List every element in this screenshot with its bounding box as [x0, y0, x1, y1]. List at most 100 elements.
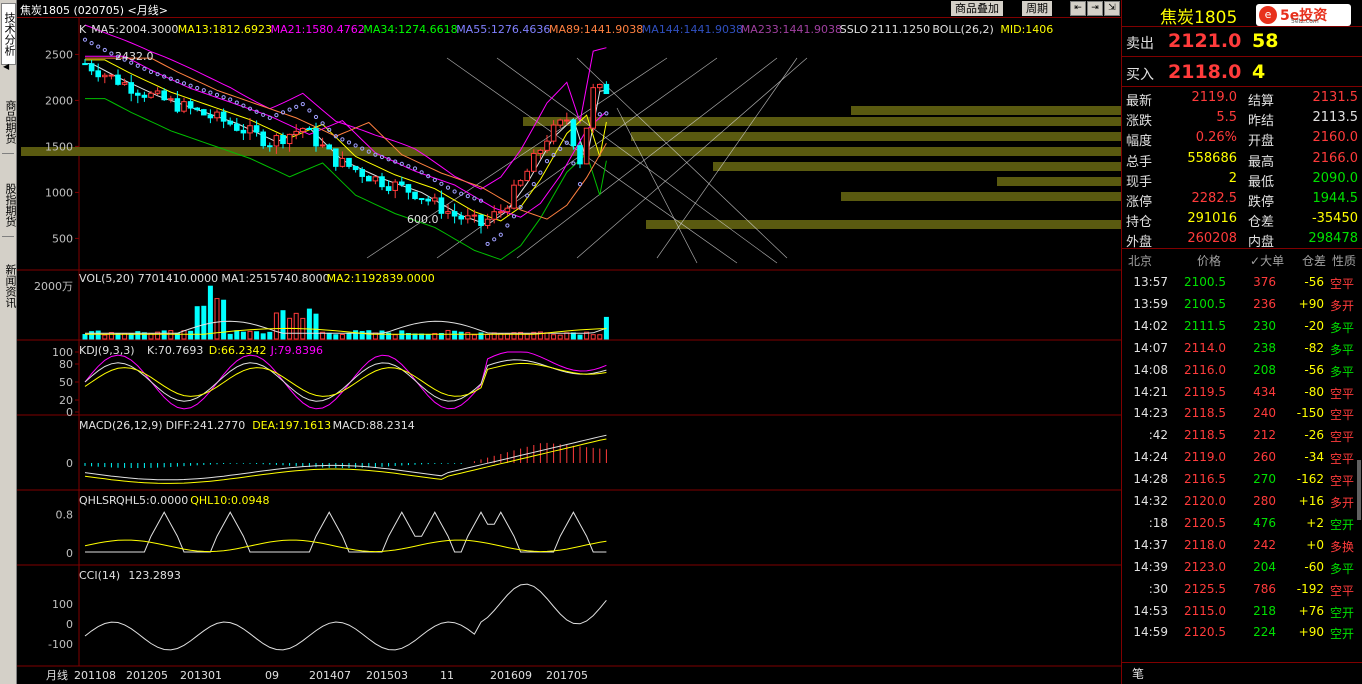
qhlsr-legend: QHL5:0.0000 [116, 494, 188, 507]
sar-dot [346, 140, 352, 145]
candle-body [590, 87, 597, 129]
volume-bar [590, 334, 596, 340]
price-legend: K [79, 23, 87, 36]
tick-volume: 218 [1253, 603, 1276, 618]
sar-dot [597, 112, 602, 117]
tick-volume: 236 [1253, 296, 1276, 311]
candle-body [550, 124, 557, 142]
sar-dot [228, 97, 233, 102]
stat-value: 2160.0 [1312, 130, 1359, 146]
candle-body [445, 211, 451, 214]
volume-bar [313, 313, 319, 340]
macd-panel [84, 434, 607, 484]
candle-body [234, 123, 240, 131]
sar-dot [195, 85, 200, 91]
volume-bar [485, 333, 491, 340]
sar-dot [175, 78, 180, 84]
candle-body [247, 125, 253, 134]
stat-value: 2113.5 [1312, 110, 1359, 126]
price-legend: MA144:1441.9038 [642, 23, 743, 36]
kdj-legend: D:66.2342 [209, 344, 267, 357]
tick-price: 2100.5 [1184, 296, 1226, 311]
chart-grid [17, 18, 1121, 667]
candle-body [544, 140, 550, 151]
candle-body [366, 175, 372, 182]
tick-oi-change: -20 [1304, 318, 1324, 333]
qhlsr-legend: QHL10:0.0948 [190, 494, 269, 507]
stat-label: 幅度 [1126, 134, 1153, 150]
price-legend: MA89:1441.9038 [549, 23, 643, 36]
brand-logo: e 5e投资 5etz.com [1256, 4, 1351, 26]
tick-type: 多开 [1330, 496, 1355, 510]
candle-body [603, 83, 610, 95]
tick-type: 空平 [1330, 474, 1355, 489]
stat-value: 558686 [1187, 150, 1237, 166]
sar-dot [261, 112, 266, 117]
sar-dot [201, 88, 206, 93]
stat-value: 260208 [1187, 231, 1237, 247]
candle-body [95, 70, 102, 78]
sar-dot [208, 90, 213, 95]
sell-volume: 58 [1252, 30, 1279, 52]
tick-oi-change: -26 [1304, 428, 1324, 443]
tick-type: 空平 [1330, 277, 1355, 291]
tick-time: :18 [1148, 515, 1168, 530]
tick-tab[interactable]: 笔 [1132, 665, 1144, 682]
kdj-d-line [84, 362, 607, 397]
candle-body [465, 215, 471, 220]
kline-chart-area[interactable]: 25002000150010005002432.0600.0K MA5:2004.… [17, 18, 1121, 684]
volume-bar [445, 329, 451, 340]
cci-y-label: 0 [66, 618, 73, 631]
buy-label: 买入 [1126, 67, 1154, 83]
candle-body [88, 63, 95, 72]
stat-value: 291016 [1187, 211, 1237, 227]
volume-bar [188, 330, 194, 340]
chart-title-bar: 焦炭1805 (020705) <月线> 商品叠加 周期 ⇤ ⇥ ⇲ [17, 0, 1121, 18]
sar-dot [89, 41, 94, 46]
tick-price: 2120.5 [1184, 625, 1226, 640]
tick-type: 空平 [1330, 452, 1355, 467]
sidebar-tab-commodity[interactable]: 商品期货 [1, 92, 17, 152]
volume-bar [419, 333, 425, 340]
sidebar-tab-index-futures[interactable]: 股指期货 [1, 175, 17, 235]
x-axis-label: 201407 [309, 669, 351, 682]
scrollbar[interactable] [1357, 460, 1361, 520]
sar-dot [353, 143, 358, 148]
sar-dot [604, 111, 609, 116]
tick-type: 空开 [1330, 517, 1355, 532]
candle-body [161, 90, 167, 101]
sidebar-tab-news[interactable]: 新闻资讯 [1, 256, 17, 316]
commodity-overlay-button[interactable]: 商品叠加 [951, 1, 1003, 16]
candle-body [102, 74, 108, 78]
macd-legend: MACD(26,12,9) [79, 419, 163, 432]
tick-time: 14:23 [1133, 406, 1168, 421]
tick-oi-change: -80 [1304, 384, 1324, 399]
tick-header-oi: 仓差 [1302, 254, 1327, 268]
kdj-k-line [84, 359, 607, 402]
tick-type: 空开 [1330, 627, 1355, 642]
sar-dot [148, 69, 154, 74]
candle-body [504, 207, 511, 213]
sar-dot [109, 51, 114, 56]
nav-right-icon[interactable]: ⇥ [1087, 1, 1103, 16]
candle-body [168, 98, 174, 101]
tick-oi-change: +0 [1306, 537, 1324, 552]
macd-legend: DIFF:241.2770 [166, 419, 246, 432]
nav-expand-icon[interactable]: ⇲ [1104, 1, 1120, 16]
sar-dot [472, 196, 477, 201]
sidebar-tab-technical[interactable]: 技术分析 [1, 3, 16, 65]
sar-dot [452, 189, 457, 194]
tick-oi-change: +90 [1298, 625, 1324, 640]
price-legend: SSLO [840, 23, 869, 36]
sar-dot [181, 81, 187, 86]
kdj-y-label: 50 [59, 376, 73, 389]
qhl10-line [84, 539, 607, 553]
candle-body [399, 181, 405, 186]
sar-dot [82, 37, 88, 42]
nav-left-icon[interactable]: ⇤ [1070, 1, 1086, 16]
collapse-arrow-icon[interactable]: ◀ [3, 62, 9, 71]
tick-time: 14:08 [1133, 362, 1168, 377]
period-button[interactable]: 周期 [1022, 1, 1052, 16]
candle-body [319, 144, 326, 147]
tick-price: 2118.5 [1184, 428, 1226, 443]
